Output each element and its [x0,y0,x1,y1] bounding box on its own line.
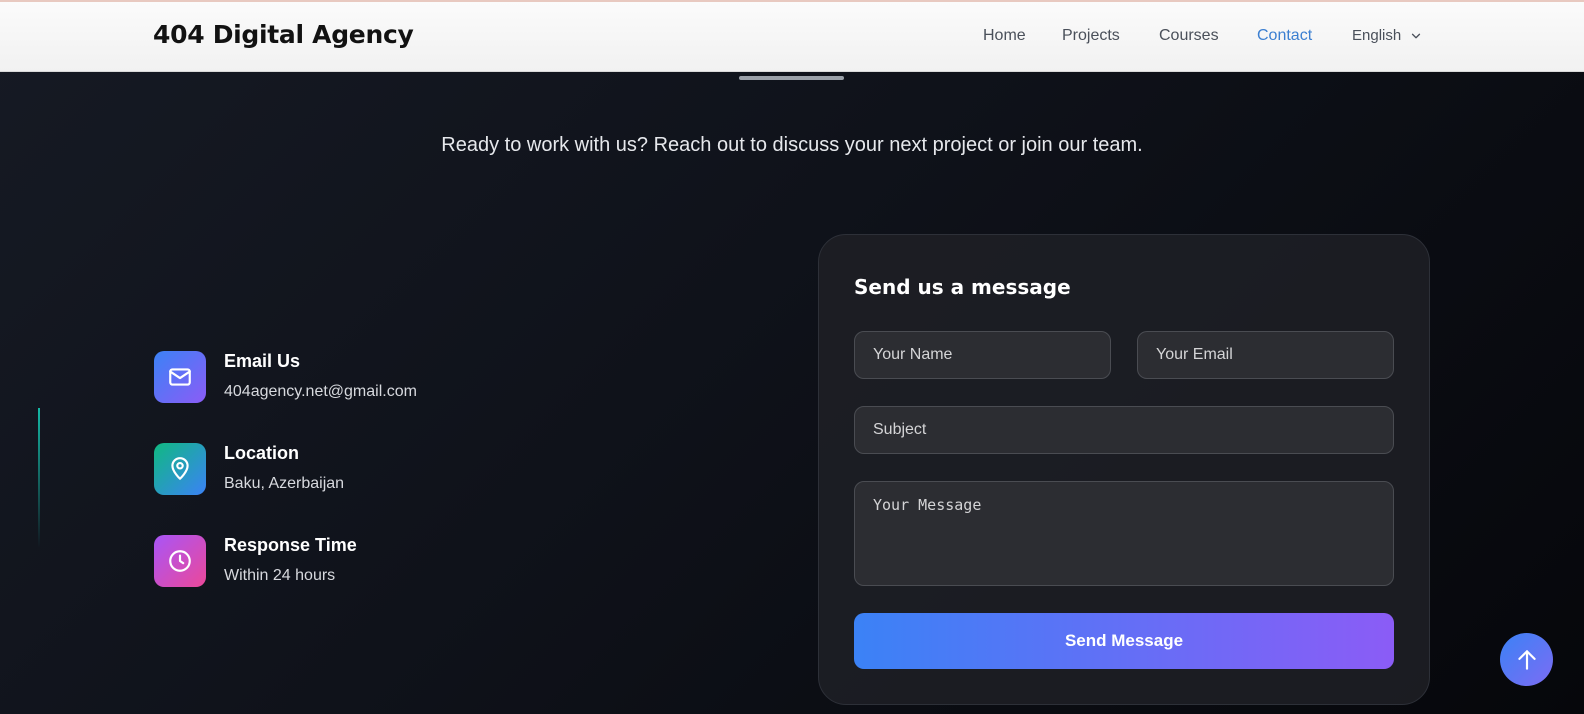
form-title: Send us a message [854,275,1071,299]
name-input[interactable] [854,331,1111,379]
section-tagline: Ready to work with us? Reach out to disc… [441,134,1143,156]
chevron-down-icon [1412,33,1421,38]
arrow-up-icon [1517,649,1536,670]
contact-info-response-time: Response Time Within 24 hours [154,535,574,595]
nav-home[interactable]: Home [983,27,1026,45]
section-divider [739,76,844,80]
send-message-button[interactable]: Send Message [854,613,1394,669]
contact-info-title: Location [224,443,299,463]
scroll-to-top-button[interactable] [1500,633,1553,686]
language-label: English [1352,27,1402,44]
brand-logo[interactable]: 404 Digital Agency [153,20,414,49]
subject-input[interactable] [854,406,1394,454]
contact-info-value[interactable]: 404agency.net@gmail.com [224,383,417,401]
nav-contact[interactable]: Contact [1257,27,1312,45]
contact-info-value: Baku, Azerbaijan [224,475,345,492]
language-selector[interactable]: English [1352,27,1423,44]
email-input[interactable] [1137,331,1394,379]
contact-info-email: Email Us 404agency.net@gmail.com [154,351,574,411]
contact-form: Send us a message Send Message [818,234,1430,705]
side-accent-line [38,408,40,548]
message-textarea[interactable] [854,481,1394,586]
clock-icon [154,535,206,587]
nav-projects[interactable]: Projects [1062,27,1120,45]
navbar: 404 Digital Agency Home Projects Courses… [0,2,1584,72]
contact-info-value: Within 24 hours [224,567,336,584]
contact-info-title: Response Time [224,535,357,555]
map-pin-icon [154,443,206,495]
contact-info-location: Location Baku, Azerbaijan [154,443,574,503]
contact-info-title: Email Us [224,351,301,371]
mail-icon [154,351,206,403]
nav-courses[interactable]: Courses [1159,27,1219,45]
